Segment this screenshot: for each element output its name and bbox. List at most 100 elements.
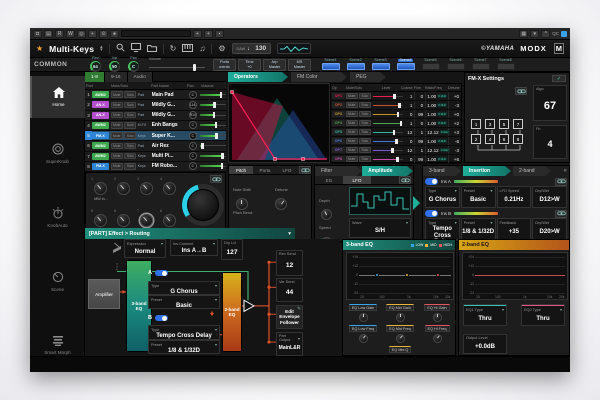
search-icon[interactable] bbox=[116, 43, 125, 54]
ins-b-field[interactable]: Dry/Wet▾ D20>W bbox=[532, 218, 567, 240]
host-toolbar-icon[interactable]: + bbox=[88, 30, 97, 38]
ins-a-field[interactable]: LFO Speed▾ 0.21Hz bbox=[497, 186, 532, 208]
part-volume-slider[interactable] bbox=[200, 152, 226, 160]
knob-dial[interactable] bbox=[117, 182, 130, 195]
link-icon[interactable] bbox=[399, 176, 411, 184]
arpeggio-notes-icon[interactable]: ♫ bbox=[199, 45, 205, 53]
scene-button[interactable]: Scene8 bbox=[494, 59, 517, 71]
scene-pad[interactable] bbox=[472, 63, 490, 70]
op-fine[interactable]: 0 bbox=[415, 119, 426, 127]
algo-field[interactable]: Algo 67 bbox=[533, 85, 567, 121]
link-icon[interactable] bbox=[555, 210, 567, 218]
part-row[interactable]: 1 AWM2 Mute Solo Pad Main Pad C bbox=[85, 90, 226, 100]
part-volume-slider[interactable] bbox=[200, 132, 226, 140]
operator-row[interactable]: OP7 Mute Solo 12 1 12.12 0.0Hz -3 bbox=[331, 146, 461, 155]
eq2-block[interactable]: 2-bandEQ bbox=[222, 272, 242, 352]
note-shift-knob[interactable]: Note Shift bbox=[233, 178, 251, 210]
host-toolbar-icon[interactable]: ▾ bbox=[530, 30, 539, 38]
mute-button[interactable]: Mute bbox=[111, 112, 123, 119]
tab-insertion[interactable]: Insertion bbox=[463, 166, 511, 176]
op-fine[interactable]: 99 bbox=[415, 155, 426, 163]
knob-dial[interactable] bbox=[359, 334, 368, 343]
common-toggle-button[interactable]: Arp Master bbox=[263, 59, 286, 71]
mute-button[interactable]: Mute bbox=[111, 163, 123, 170]
scene-pad[interactable] bbox=[422, 63, 440, 70]
part-row[interactable]: 7 AWM2 Mute Solo Keys Multi Pi... C bbox=[85, 152, 226, 162]
tab-parts-1-8[interactable]: 1-8 bbox=[85, 72, 105, 82]
routing-b-type[interactable]: Type▾ Tempo Cross Delay bbox=[148, 325, 220, 340]
solo-button[interactable]: Solo bbox=[124, 112, 136, 119]
op-coarse[interactable]: 0 bbox=[404, 110, 416, 118]
op-level-slider[interactable] bbox=[373, 138, 402, 145]
op-solo-button[interactable]: Solo bbox=[359, 111, 371, 118]
op-mute-button[interactable]: Mute bbox=[346, 102, 358, 109]
routing-a-toggle[interactable] bbox=[155, 270, 168, 277]
host-toolbar-icon[interactable]: + bbox=[193, 30, 202, 38]
host-toolbar-icon[interactable]: ▪ bbox=[215, 30, 224, 38]
operator-row[interactable]: OP1 Mute Solo 1 0 1.00 0.0Hz +0 bbox=[331, 92, 461, 101]
mute-button[interactable]: Mute bbox=[111, 143, 123, 150]
op-coarse[interactable]: 12 bbox=[404, 128, 416, 136]
solo-button[interactable]: Solo bbox=[124, 163, 136, 170]
detune-knob[interactable]: Detune bbox=[275, 178, 288, 210]
part-volume-slider[interactable] bbox=[200, 111, 226, 119]
eq-band-handle[interactable] bbox=[375, 273, 379, 277]
tab-operators[interactable]: Operators bbox=[228, 72, 288, 82]
tab-pitch-lfo[interactable]: LFO bbox=[277, 166, 297, 174]
eq-gain-knob[interactable]: EQ Low Gain bbox=[346, 304, 380, 322]
sidebar-item-scene[interactable]: Scene bbox=[30, 260, 85, 302]
eq-freq-knob[interactable]: EQ Mid Freq bbox=[383, 325, 417, 343]
assign-knob[interactable]: 1 MW In... bbox=[90, 177, 112, 207]
eq2-type-select[interactable]: EQ2 Type▾ Thru bbox=[521, 304, 565, 326]
op-coarse[interactable]: 0 bbox=[404, 137, 416, 145]
op-coarse[interactable]: 1 bbox=[404, 92, 416, 100]
part-output-select[interactable]: Part Output▾ MainL&R bbox=[276, 332, 303, 356]
op-level-slider[interactable] bbox=[373, 147, 402, 154]
assign-knob[interactable]: 4 bbox=[159, 177, 181, 207]
part-row[interactable]: 2 AN-X Mute Solo Pad Mildly G... L16 bbox=[85, 100, 226, 110]
op-mute-button[interactable]: Mute bbox=[346, 156, 358, 163]
knob-dial[interactable] bbox=[396, 313, 405, 322]
performance-name[interactable]: Multi-Keys bbox=[49, 44, 94, 54]
op-fine[interactable]: 0 bbox=[415, 92, 426, 100]
op-fine[interactable]: 99 bbox=[415, 110, 426, 118]
op-level-slider[interactable] bbox=[373, 120, 402, 127]
scene-button[interactable]: Scene2 bbox=[344, 59, 367, 71]
pan-knob[interactable]: C bbox=[187, 121, 198, 130]
link-icon[interactable] bbox=[515, 87, 527, 95]
tab-pitch[interactable]: Pitch bbox=[229, 166, 253, 174]
assign-knob[interactable]: 2 bbox=[113, 177, 135, 207]
scene-button[interactable]: Scene5 bbox=[419, 59, 442, 71]
op-level-slider[interactable] bbox=[373, 156, 402, 163]
knob-dial[interactable] bbox=[359, 313, 368, 322]
op-detune[interactable]: -3 bbox=[449, 146, 461, 154]
op-detune[interactable]: +0 bbox=[449, 110, 461, 118]
op-level-slider[interactable] bbox=[373, 111, 402, 118]
gear-icon[interactable]: ⚙ bbox=[218, 45, 225, 53]
op-ratio[interactable]: 12.12 0.0Hz bbox=[426, 128, 449, 136]
tab-parts-audio[interactable]: Audio bbox=[128, 72, 153, 82]
op-detune[interactable]: -6 bbox=[449, 137, 461, 145]
operator-row[interactable]: OP4 Mute Solo 1 0 1.00 0.0Hz +2 bbox=[331, 119, 461, 128]
knob-dial[interactable] bbox=[117, 214, 130, 227]
scene-pad[interactable] bbox=[497, 63, 515, 70]
op-ratio[interactable]: 1.00 0.0Hz bbox=[426, 92, 449, 100]
scene-button[interactable]: Scene3 bbox=[369, 59, 392, 71]
operator-envelope-display[interactable] bbox=[228, 83, 330, 163]
tab-porta[interactable]: Porta bbox=[253, 166, 277, 174]
knob-dial[interactable] bbox=[433, 334, 442, 343]
waveform-monitor[interactable] bbox=[277, 43, 311, 54]
host-toolbar-icon[interactable]: ^ bbox=[541, 30, 550, 38]
op-ratio[interactable]: 1.00 0.0Hz bbox=[426, 110, 449, 118]
solo-button[interactable]: Solo bbox=[124, 153, 136, 160]
operator-row[interactable]: OP5 Mute Solo 12 1 12.12 0.0Hz +3 bbox=[331, 128, 461, 137]
mute-button[interactable]: Mute bbox=[111, 91, 123, 98]
part-row[interactable]: 8 FM-X Mute Solo Keys FM Robo... C bbox=[85, 162, 226, 172]
eq-mid-q-knob[interactable]: EQ Mid Q bbox=[383, 346, 417, 353]
op-ratio[interactable]: 1.00 0.0Hz bbox=[426, 137, 449, 145]
favorite-star-icon[interactable]: ★ bbox=[36, 44, 43, 53]
op-ratio[interactable]: 1.00 0.0Hz bbox=[426, 101, 449, 109]
eq-gain-knob[interactable]: EQ Mid Gain bbox=[383, 304, 417, 322]
host-toolbar-icon[interactable]: ▦ bbox=[519, 30, 528, 38]
op-level-slider[interactable] bbox=[373, 93, 402, 100]
